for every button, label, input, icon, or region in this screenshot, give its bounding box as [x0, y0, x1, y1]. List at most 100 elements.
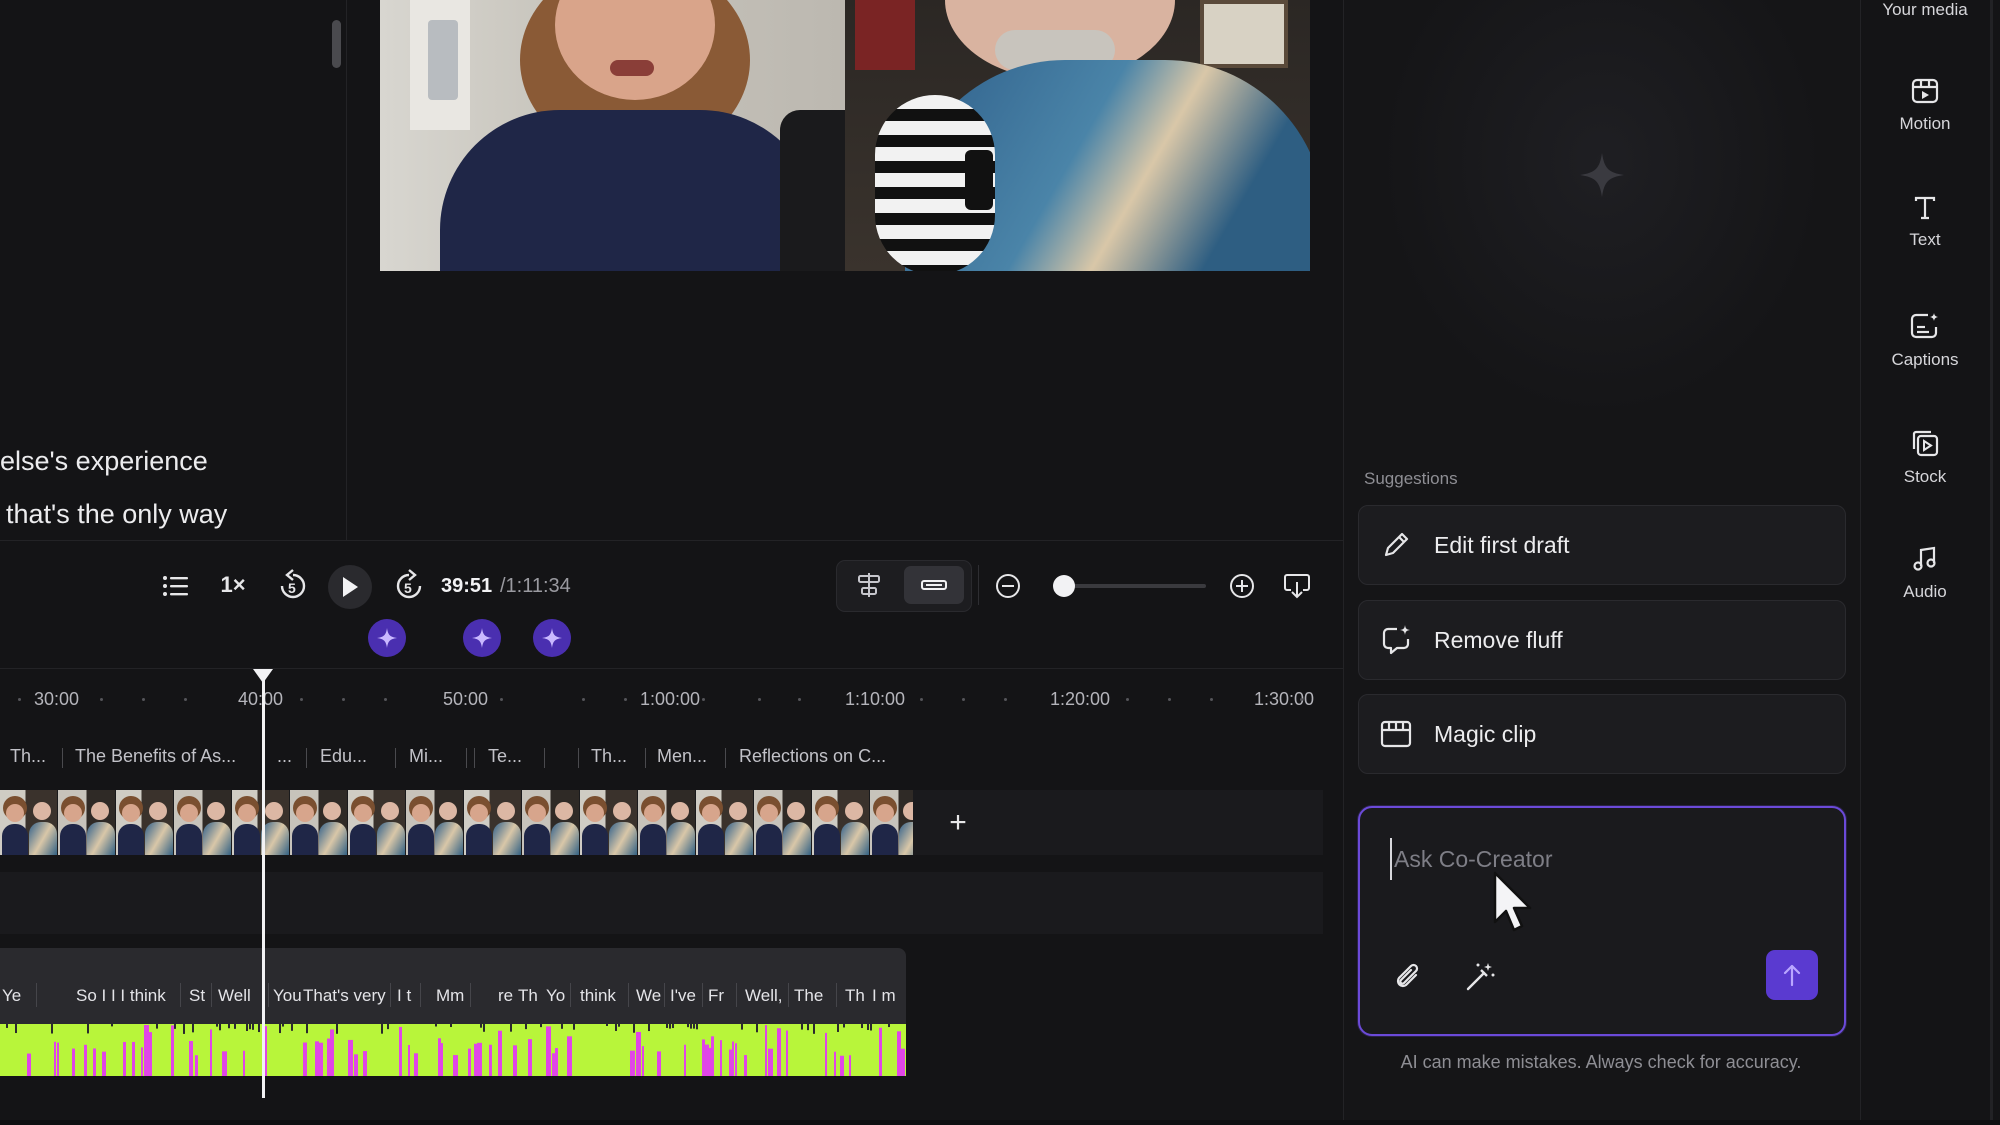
ask-co-creator-input[interactable]	[1390, 838, 1816, 880]
waveform-peak	[450, 1018, 452, 1028]
video-thumbnail	[232, 790, 290, 855]
rail-scrollbar[interactable]	[1990, 0, 1993, 1125]
sparkle-icon	[472, 628, 492, 648]
chapter-label[interactable]: Reflections on C...	[739, 746, 899, 767]
waveform-peak	[756, 1018, 758, 1033]
waveform-bar	[555, 1048, 558, 1076]
video-thumbnail	[696, 790, 754, 855]
transcript-word[interactable]: think	[580, 986, 616, 1006]
rail-item-captions[interactable]: Captions	[1860, 312, 1990, 370]
transcript-word[interactable]: St	[189, 986, 205, 1006]
rail-item-audio[interactable]: Audio	[1860, 546, 1990, 602]
waveform-peak	[807, 1018, 809, 1031]
waveform-bar	[453, 1055, 458, 1076]
transcript-word[interactable]: Th	[518, 986, 538, 1006]
magic-wand-button[interactable]	[1463, 960, 1497, 994]
transcript-word[interactable]: You	[273, 986, 302, 1006]
play-button[interactable]	[328, 565, 372, 609]
transcript-word[interactable]: Mm	[436, 986, 464, 1006]
zoom-out-button[interactable]	[994, 572, 1022, 600]
transcript-word[interactable]: I've	[670, 986, 696, 1006]
chapter-label[interactable]: Edu...	[320, 746, 370, 767]
waveform-peak	[687, 1018, 689, 1028]
suggestion-edit-first-draft[interactable]: Edit first draft	[1358, 505, 1846, 585]
waveform-peak	[870, 1018, 872, 1031]
add-clip-button[interactable]: +	[940, 805, 976, 841]
text-icon	[1914, 196, 1936, 220]
waveform-peak	[633, 1018, 635, 1033]
list-icon	[163, 576, 188, 596]
transcript-word[interactable]: Ye	[2, 986, 21, 1006]
ruler-tick	[758, 698, 761, 701]
word-separator	[836, 983, 837, 1007]
transcript-line[interactable]: else's experience	[0, 446, 208, 477]
waveform-bar	[777, 1028, 781, 1076]
compact-view-button[interactable]	[904, 566, 964, 604]
playback-speed-button[interactable]: 1×	[218, 570, 248, 600]
transcript-word[interactable]: Fr	[708, 986, 724, 1006]
waveform-peak	[618, 1018, 620, 1027]
captions-icon	[1910, 313, 1938, 339]
transcript-word[interactable]: I t	[397, 986, 411, 1006]
chapter-label[interactable]: Th...	[591, 746, 631, 767]
transcript-word[interactable]: That's very	[303, 986, 386, 1006]
chapter-label[interactable]: Mi...	[409, 746, 449, 767]
waveform-peak	[6, 1018, 8, 1028]
chapter-label[interactable]: Te...	[488, 746, 528, 767]
zoom-slider-thumb[interactable]	[1052, 575, 1075, 597]
chapter-label[interactable]: Men...	[657, 746, 712, 767]
chapter-label[interactable]: The Benefits of As...	[75, 746, 250, 767]
ai-marker[interactable]	[368, 619, 406, 657]
send-button[interactable]	[1766, 950, 1818, 1000]
waveform-bar	[720, 1040, 722, 1076]
waveform-bar	[630, 1050, 635, 1076]
transcript-word[interactable]: Th	[845, 986, 865, 1006]
waveform-peak	[174, 1018, 176, 1029]
transcript-word[interactable]: Well,	[745, 986, 782, 1006]
waveform-peak	[573, 1018, 575, 1030]
rail-item-stock[interactable]: Stock	[1860, 429, 1990, 487]
chapters-list-button[interactable]	[160, 571, 190, 601]
suggestion-magic-clip[interactable]: Magic clip	[1358, 694, 1846, 774]
transcript-scrollbar[interactable]	[332, 20, 341, 68]
suggestion-remove-fluff[interactable]: Remove fluff	[1358, 600, 1846, 680]
transcript-word[interactable]: Yo	[546, 986, 565, 1006]
audio-waveform[interactable]	[0, 1018, 906, 1076]
video-thumbnail	[870, 790, 913, 855]
playhead[interactable]	[262, 676, 265, 1098]
transcript-word[interactable]: re	[498, 986, 513, 1006]
transcript-line[interactable]: that's the only way	[6, 499, 227, 530]
ai-marker[interactable]	[533, 619, 571, 657]
rail-item-your-media[interactable]: Your media	[1860, 0, 1990, 20]
waveform-peak	[252, 1018, 254, 1030]
transcript-word[interactable]: Well	[218, 986, 251, 1006]
empty-track-lane[interactable]	[0, 872, 1323, 934]
transcript-word[interactable]: We	[636, 986, 661, 1006]
fit-timeline-button[interactable]	[1282, 572, 1312, 600]
transcript-word[interactable]: So I I I think	[76, 986, 166, 1006]
zoom-in-button[interactable]	[1228, 572, 1256, 600]
waveform-bar	[438, 1038, 441, 1076]
rail-item-text[interactable]: Text	[1860, 196, 1990, 250]
rail-item-motion[interactable]: Motion	[1860, 78, 1990, 134]
video-preview[interactable]	[380, 0, 1310, 271]
zoom-slider-track[interactable]	[1056, 584, 1206, 588]
word-separator	[628, 983, 629, 1007]
chapter-label[interactable]: ...	[277, 746, 297, 767]
waveform-peak	[192, 1018, 194, 1033]
playhead-handle[interactable]	[252, 668, 274, 684]
video-thumbnail	[58, 790, 116, 855]
ai-marker[interactable]	[463, 619, 501, 657]
transcript-word[interactable]: I m	[872, 986, 896, 1006]
word-separator	[702, 983, 703, 1007]
skip-forward-button[interactable]: 5	[392, 568, 426, 604]
transcript-word[interactable]: The	[794, 986, 823, 1006]
waveform-bar	[441, 1043, 443, 1076]
skip-back-button[interactable]: 5	[276, 568, 310, 604]
rail-label: Captions	[1891, 350, 1959, 369]
video-track[interactable]	[0, 790, 913, 855]
chapter-label[interactable]: Th...	[10, 746, 50, 767]
expanded-view-button[interactable]	[854, 570, 884, 600]
waveform-bar	[303, 1042, 307, 1076]
attach-button[interactable]	[1392, 960, 1426, 994]
